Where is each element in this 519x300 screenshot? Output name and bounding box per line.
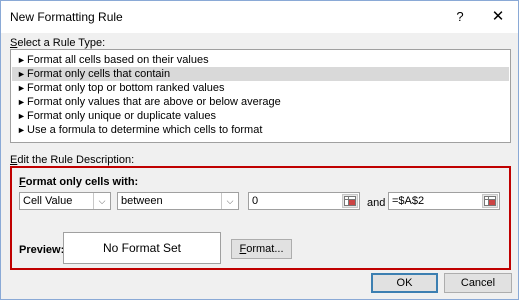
value1-field[interactable]: 0 [248, 192, 360, 210]
condition-combo[interactable]: Cell Value ⌵ [19, 192, 111, 210]
range-select-icon[interactable] [342, 194, 358, 208]
format-button[interactable]: Format... [231, 239, 292, 259]
cancel-button[interactable]: Cancel [444, 273, 512, 293]
list-item[interactable]: ►Use a formula to determine which cells … [12, 123, 509, 137]
bullet-arrow-icon: ► [17, 97, 26, 107]
operator-combo[interactable]: between ⌵ [117, 192, 239, 210]
list-item[interactable]: ►Format only unique or duplicate values [12, 109, 509, 123]
close-button[interactable]: ✕ [485, 7, 511, 27]
preview-label: Preview: [19, 244, 65, 256]
list-item[interactable]: ►Format only top or bottom ranked values [12, 81, 509, 95]
value2-field[interactable]: =$A$2 [388, 192, 500, 210]
rule-type-label: Select a Rule Type: [10, 37, 106, 49]
and-label: and [367, 197, 386, 209]
bullet-arrow-icon: ► [17, 69, 26, 79]
chevron-down-icon[interactable]: ⌵ [221, 193, 238, 209]
chevron-down-icon[interactable]: ⌵ [93, 193, 110, 209]
preview-box: No Format Set [63, 232, 221, 264]
format-only-cells-with-label: Format only cells with: [19, 176, 139, 188]
bullet-arrow-icon: ► [17, 83, 26, 93]
new-formatting-rule-dialog: New Formatting Rule ? ✕ Select a Rule Ty… [0, 0, 519, 300]
bullet-arrow-icon: ► [17, 55, 26, 65]
list-item[interactable]: ►Format all cells based on their values [12, 53, 509, 67]
bullet-arrow-icon: ► [17, 111, 26, 121]
ok-button[interactable]: OK [371, 273, 438, 293]
rule-description-panel: Format only cells with: Cell Value ⌵ bet… [10, 166, 511, 270]
rule-type-list[interactable]: ►Format all cells based on their values … [10, 49, 511, 143]
range-select-icon[interactable] [482, 194, 498, 208]
list-item[interactable]: ►Format only values that are above or be… [12, 95, 509, 109]
rule-description-label: Edit the Rule Description: [10, 154, 135, 166]
dialog-title: New Formatting Rule [10, 10, 123, 24]
list-item[interactable]: ►Format only cells that contain [12, 67, 509, 81]
help-button[interactable]: ? [447, 7, 473, 27]
title-bar: New Formatting Rule ? ✕ [1, 1, 518, 33]
bullet-arrow-icon: ► [17, 125, 26, 135]
